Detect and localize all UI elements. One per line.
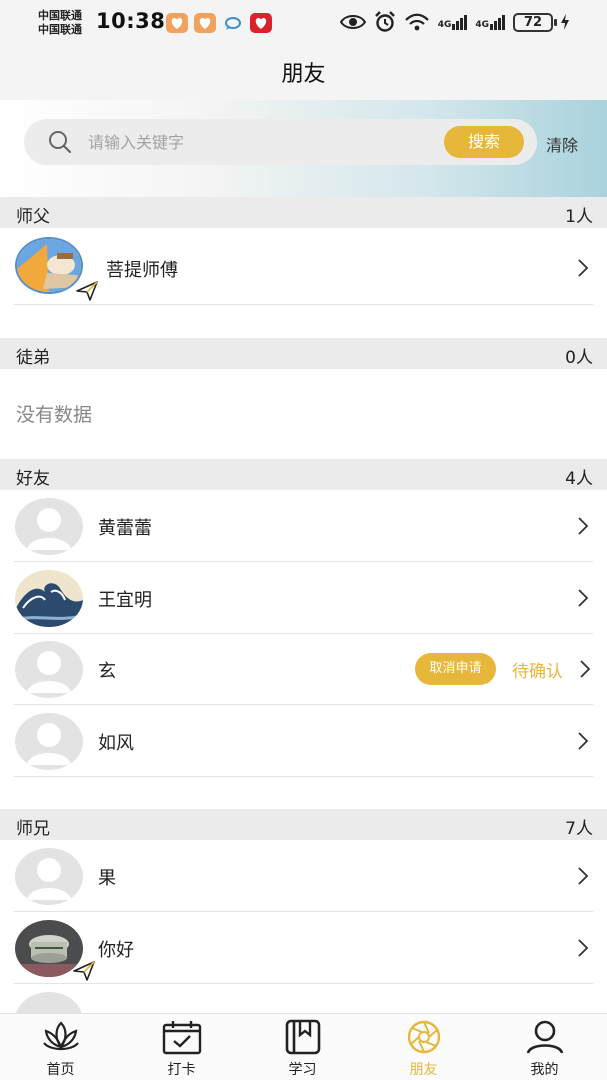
- list-item[interactable]: [0, 984, 607, 1013]
- section-header-senior: 师兄 7人: [0, 809, 607, 840]
- chevron-right-icon: [578, 589, 589, 607]
- signal-icon: 4G: [475, 14, 505, 30]
- cancel-request-button[interactable]: 取消申请: [415, 653, 496, 685]
- person-icon: [526, 1020, 564, 1054]
- friend-name: 菩提师傅: [106, 260, 178, 281]
- section-title: 师父: [16, 207, 50, 227]
- app-notification-icon: [250, 13, 272, 33]
- tab-home[interactable]: 首页: [0, 1014, 121, 1080]
- divider: [14, 776, 593, 777]
- divider: [14, 304, 593, 305]
- tab-label: 朋友: [409, 1062, 438, 1078]
- wifi-icon: [404, 13, 429, 31]
- search-box[interactable]: 搜索: [24, 119, 537, 165]
- chevron-right-icon: [578, 867, 589, 885]
- list-item[interactable]: 果: [0, 840, 607, 912]
- list-item[interactable]: 菩提师傅: [0, 228, 607, 305]
- chevron-right-icon: [578, 732, 589, 750]
- friend-name: 玄: [98, 661, 116, 682]
- carrier-label: 中国联通 中国联通: [38, 9, 82, 37]
- search-icon: [49, 131, 72, 154]
- page-title: 朋友: [281, 62, 326, 87]
- search-input[interactable]: [88, 119, 428, 165]
- carrier-1: 中国联通: [38, 9, 82, 22]
- status-time: 10:38: [96, 9, 166, 33]
- chevron-right-icon: [578, 259, 589, 277]
- section-count: 4人: [565, 469, 593, 489]
- tab-me[interactable]: 我的: [484, 1014, 605, 1080]
- section-title: 师兄: [16, 819, 50, 839]
- network-type: 4G: [437, 19, 452, 30]
- section-header-friends: 好友 4人: [0, 459, 607, 490]
- app-notification-icon: [166, 13, 188, 33]
- book-icon: [285, 1019, 321, 1055]
- pending-status-label: 待确认: [512, 662, 563, 682]
- tab-friends[interactable]: 朋友: [363, 1014, 484, 1080]
- list-item[interactable]: 你好: [0, 912, 607, 984]
- lotus-icon: [43, 1021, 79, 1051]
- charging-icon: [561, 14, 569, 30]
- section-header-disciple: 徒弟 0人: [0, 338, 607, 369]
- clear-button[interactable]: 清除: [546, 132, 578, 156]
- status-bar: 中国联通 中国联通 10:38 4G 4G 72: [0, 0, 607, 44]
- network-type: 4G: [475, 19, 489, 30]
- carrier-2: 中国联通: [38, 23, 82, 36]
- eye-icon: [339, 15, 366, 29]
- battery-icon: 72: [513, 12, 557, 32]
- section-title: 徒弟: [16, 348, 50, 368]
- chevron-right-icon: [580, 660, 591, 678]
- friend-name: 果: [98, 868, 116, 889]
- tab-label: 我的: [530, 1062, 559, 1078]
- section-title: 好友: [16, 469, 50, 489]
- tab-label: 学习: [288, 1062, 317, 1078]
- chevron-right-icon: [578, 939, 589, 957]
- search-bar: 搜索 清除: [0, 100, 607, 197]
- search-button[interactable]: 搜索: [444, 126, 524, 158]
- signal-icon: 4G: [437, 14, 468, 30]
- default-avatar: [15, 641, 83, 698]
- title-bar: 朋友: [0, 44, 607, 100]
- list-item[interactable]: 黄蕾蕾: [0, 490, 607, 562]
- section-count: 1人: [565, 207, 593, 227]
- tab-bar: 首页 打卡 学习 朋友 我的: [0, 1013, 607, 1080]
- paper-plane-icon: [73, 961, 95, 981]
- aperture-icon: [407, 1020, 441, 1054]
- list-item[interactable]: 如风: [0, 705, 607, 777]
- tab-checkin[interactable]: 打卡: [121, 1014, 242, 1080]
- default-avatar: [15, 848, 83, 905]
- friend-name: 王宜明: [98, 590, 152, 611]
- paper-plane-icon: [76, 281, 98, 301]
- status-indicators: 4G 4G 72: [339, 11, 569, 33]
- section-count: 7人: [565, 819, 593, 839]
- tab-study[interactable]: 学习: [242, 1014, 363, 1080]
- default-avatar: [15, 498, 83, 555]
- default-avatar: [15, 992, 83, 1013]
- friend-name: 你好: [98, 940, 134, 961]
- tab-label: 打卡: [167, 1062, 196, 1078]
- friend-name: 如风: [98, 733, 134, 754]
- list-item[interactable]: 王宜明: [0, 562, 607, 634]
- empty-state-text: 没有数据: [16, 404, 93, 426]
- app-notification-icon: [194, 13, 216, 33]
- section-header-master: 师父 1人: [0, 197, 607, 228]
- alarm-icon: [374, 11, 395, 32]
- chevron-right-icon: [578, 517, 589, 535]
- friend-name: 黄蕾蕾: [98, 518, 152, 539]
- chat-notification-icon: [222, 13, 244, 33]
- calendar-check-icon: [162, 1021, 202, 1055]
- tab-label: 首页: [46, 1062, 75, 1078]
- section-count: 0人: [565, 348, 593, 368]
- avatar: [15, 237, 83, 294]
- list-item[interactable]: 玄 取消申请 待确认: [0, 633, 607, 705]
- default-avatar: [15, 713, 83, 770]
- avatar: [15, 570, 83, 627]
